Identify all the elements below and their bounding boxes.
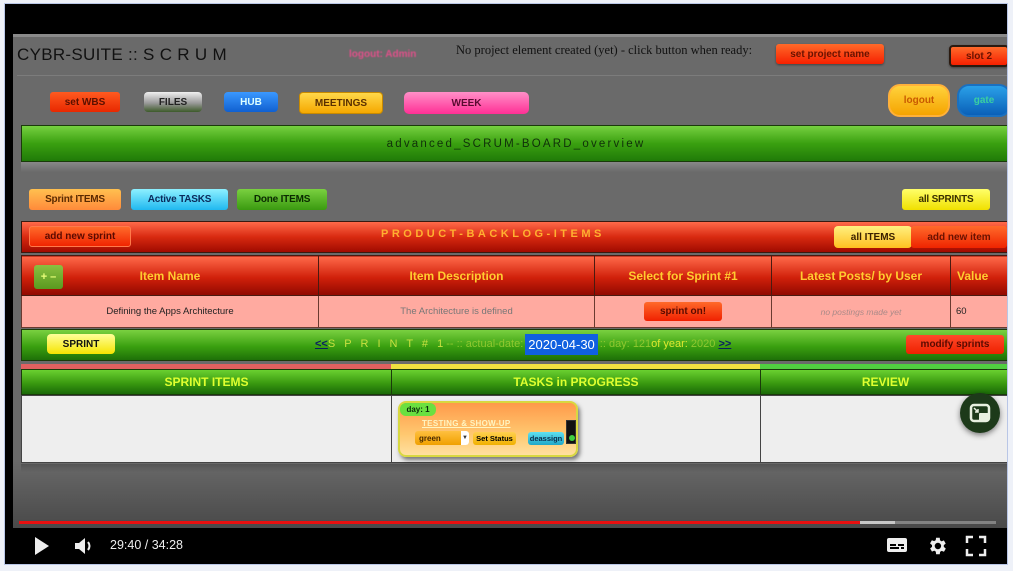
date-label: -- :: actual-date: bbox=[446, 338, 524, 350]
status-traffic-light bbox=[566, 420, 576, 444]
latest-posts-cell: no postings made yet bbox=[771, 295, 951, 328]
all-items-button[interactable]: all ITEMS bbox=[834, 226, 912, 248]
set-status-button[interactable]: Set Status bbox=[473, 432, 516, 445]
task-title-link[interactable]: TESTING & SHOW-UP bbox=[422, 419, 511, 428]
backlog-title: PRODUCT-BACKLOG-ITEMS bbox=[381, 228, 605, 240]
active-tasks-filter[interactable]: Active TASKS bbox=[131, 189, 228, 210]
set-wbs-button[interactable]: set WBS bbox=[50, 92, 120, 112]
overview-banner: advanced_SCRUM-BOARD_overview bbox=[21, 125, 1007, 162]
sprint-date[interactable]: 2020-04-30 bbox=[525, 333, 598, 355]
deassign-button[interactable]: deassign bbox=[528, 432, 564, 445]
next-sprint-link[interactable]: >> bbox=[718, 338, 731, 350]
column-header-value: Value bbox=[950, 255, 1007, 296]
add-new-item-button[interactable]: add new item bbox=[911, 226, 1007, 248]
done-items-filter[interactable]: Done ITEMS bbox=[237, 189, 327, 210]
header-divider bbox=[17, 75, 1007, 76]
column-header-select-sprint: Select for Sprint #1 bbox=[594, 255, 772, 296]
item-name-cell: Defining the Apps Architecture bbox=[21, 295, 319, 328]
day-value: 121 bbox=[632, 338, 652, 350]
gear-icon bbox=[930, 537, 946, 555]
subtitles-button[interactable] bbox=[886, 536, 908, 559]
play-icon bbox=[35, 537, 49, 555]
expand-collapse-toggle[interactable]: + – bbox=[34, 265, 63, 289]
play-button[interactable] bbox=[33, 535, 51, 557]
column-header-sprint-items: SPRINT ITEMS bbox=[21, 369, 392, 395]
video-player: CYBR-SUITE :: S C R U M logout: Admin No… bbox=[4, 3, 1008, 565]
app-title: CYBR-SUITE :: S C R U M bbox=[17, 45, 227, 64]
overview-shadow bbox=[21, 162, 1007, 172]
column-header-tasks-in-progress: TASKS in PROGRESS bbox=[391, 369, 761, 395]
fullscreen-button[interactable] bbox=[965, 535, 987, 562]
sprint-items-column bbox=[21, 395, 392, 463]
login-info[interactable]: logout: Admin bbox=[349, 49, 416, 60]
played-progress bbox=[19, 521, 861, 524]
volume-icon bbox=[75, 538, 91, 554]
column-header-item-description: Item Description bbox=[318, 255, 595, 296]
select-sprint-cell: sprint on! bbox=[594, 295, 772, 328]
task-status-select[interactable]: green ▼ bbox=[415, 431, 469, 445]
hub-button[interactable]: HUB bbox=[224, 92, 278, 112]
previous-sprint-link[interactable]: << bbox=[315, 338, 328, 350]
table-header-row: + – Item Name Item Description Select fo… bbox=[21, 255, 1007, 296]
column-header-review: REVIEW bbox=[760, 369, 1007, 395]
subtitles-icon bbox=[887, 538, 907, 552]
scrum-app: CYBR-SUITE :: S C R U M logout: Admin No… bbox=[13, 34, 1007, 528]
year-label: of year: bbox=[651, 338, 688, 350]
status-light-icon bbox=[569, 435, 575, 441]
column-header-label: Item Name bbox=[139, 268, 201, 283]
table-row: Defining the Apps Architecture The Archi… bbox=[21, 295, 1007, 328]
column-header-item-name: + – Item Name bbox=[21, 255, 319, 296]
sprint-navigation: << S P R I N T # 1 -- :: actual-date: 20… bbox=[315, 333, 731, 355]
modify-sprints-button[interactable]: modify sprints bbox=[906, 335, 1004, 354]
volume-button[interactable] bbox=[73, 535, 95, 557]
value-cell: 60 bbox=[950, 295, 1007, 328]
video-gradient-overlay bbox=[5, 459, 1007, 536]
settings-button[interactable] bbox=[926, 535, 948, 562]
all-sprints-filter[interactable]: all SPRINTS bbox=[902, 189, 990, 210]
picture-in-picture-icon bbox=[969, 403, 991, 423]
meetings-button[interactable]: MEETINGS bbox=[299, 92, 383, 114]
files-button[interactable]: FILES bbox=[144, 92, 202, 112]
dropdown-arrow-icon: ▼ bbox=[461, 431, 469, 445]
project-message: No project element created (yet) - click… bbox=[456, 43, 753, 57]
sprint-label: S P R I N T # 1 bbox=[327, 338, 447, 350]
sprint-items-filter[interactable]: Sprint ITEMS bbox=[29, 189, 121, 210]
backlog-table: + – Item Name Item Description Select fo… bbox=[21, 255, 1007, 328]
logout-button[interactable]: logout bbox=[888, 84, 950, 117]
slot-button[interactable]: slot 2 bbox=[949, 45, 1007, 67]
set-project-name-button[interactable]: set project name bbox=[776, 44, 884, 64]
sprint-button[interactable]: SPRINT bbox=[47, 334, 115, 354]
task-day-badge: day: 1 bbox=[400, 403, 436, 416]
gate-button[interactable]: gate bbox=[957, 84, 1007, 117]
add-new-sprint-button[interactable]: add new sprint bbox=[29, 226, 131, 247]
status-value: green bbox=[419, 433, 441, 443]
task-card[interactable]: day: 1 TESTING & SHOW-UP green ▼ Set Sta… bbox=[398, 401, 578, 457]
fullscreen-icon bbox=[965, 535, 987, 557]
week-button[interactable]: WEEK bbox=[404, 92, 529, 114]
time-display: 29:40 / 34:28 bbox=[110, 538, 183, 552]
sprint-on-button[interactable]: sprint on! bbox=[644, 302, 722, 321]
year-value: 2020 bbox=[690, 338, 716, 350]
column-header-latest-posts: Latest Posts/ by User bbox=[771, 255, 951, 296]
day-label: :: day: bbox=[599, 338, 630, 350]
item-description-cell: The Architecture is defined bbox=[318, 295, 595, 328]
video-progress-bar[interactable] bbox=[19, 521, 996, 524]
picture-in-picture-button[interactable] bbox=[960, 393, 1000, 433]
